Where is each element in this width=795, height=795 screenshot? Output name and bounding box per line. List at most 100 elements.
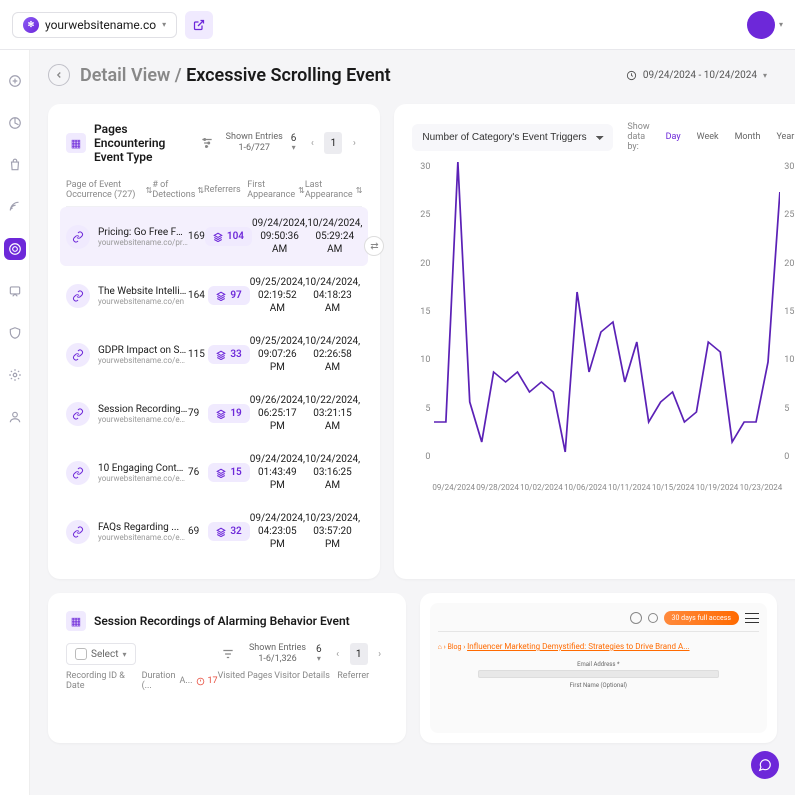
detections-value: 169: [188, 231, 205, 242]
select-all[interactable]: Select▾: [66, 643, 136, 665]
table-row[interactable]: 10 Engaging Content... yourwebsitename.c…: [66, 443, 362, 502]
alarm-badge: 17: [196, 676, 217, 686]
next-page[interactable]: ›: [372, 643, 388, 665]
range-day[interactable]: Day: [658, 126, 689, 148]
link-icon: [66, 520, 90, 544]
referrers-badge[interactable]: 104: [205, 227, 252, 246]
referrers-badge[interactable]: 15: [208, 463, 249, 482]
site-selector[interactable]: ✻ yourwebsitename.co ▾: [12, 12, 177, 38]
page-name: Pricing: Go Free Fore...: [98, 227, 188, 238]
range-month[interactable]: Month: [727, 126, 769, 148]
avatar: [747, 11, 775, 39]
open-external-button[interactable]: [185, 11, 213, 39]
detections-value: 69: [188, 526, 208, 537]
theme-icon: [648, 613, 658, 623]
pages-icon: ▦: [66, 133, 86, 153]
sidebar-item-signal[interactable]: [4, 196, 26, 218]
sidebar-item-events[interactable]: [4, 238, 26, 260]
range-year[interactable]: Year: [768, 126, 795, 148]
pager: 6▾ ‹ 1 ›: [291, 132, 363, 154]
chart-area: 302520151050 302520151050 09/24/202409/2…: [412, 162, 795, 492]
filter-button[interactable]: [217, 643, 239, 665]
date-range-picker[interactable]: 09/24/2024 - 10/24/2024 ▾: [616, 64, 777, 87]
page-name: The Website Intellige...: [98, 286, 188, 297]
prev-page[interactable]: ‹: [304, 132, 320, 154]
table-row[interactable]: FAQs Regarding ... yourwebsitename.co/en…: [66, 502, 362, 561]
sessions-icon: ▦: [66, 611, 86, 631]
col-referrers[interactable]: Referrers: [204, 180, 247, 200]
range-tabs: Day Week Month Year: [658, 126, 795, 148]
next-page[interactable]: ›: [346, 132, 362, 154]
first-appearance: 09/24/2024,09:50:36 AM: [252, 217, 307, 256]
table-row[interactable]: Session Recordings | ... yourwebsitename…: [66, 384, 362, 443]
col-duration[interactable]: Duration (... A... 17: [142, 671, 218, 691]
table-row[interactable]: Pricing: Go Free Fore... yourwebsitename…: [60, 207, 368, 266]
help-button[interactable]: [751, 751, 779, 779]
site-name: yourwebsitename.co: [45, 18, 156, 32]
sidebar-item-user[interactable]: [4, 406, 26, 428]
col-id[interactable]: Recording ID & Date: [66, 671, 142, 691]
col-page[interactable]: Page of Event Occurrence (727)⇅: [66, 180, 152, 200]
table-row[interactable]: The Website Intellige... yourwebsitename…: [66, 266, 362, 325]
page-url: yourwebsitename.co/pric...: [98, 238, 188, 247]
page-url: yourwebsitename.co/en/s...: [98, 415, 188, 424]
show-by-label: Show data by:: [627, 122, 649, 152]
page-title: Excessive Scrolling Event: [186, 65, 391, 86]
referrers-badge[interactable]: 33: [208, 345, 249, 364]
col-ref[interactable]: Referrer: [337, 671, 387, 691]
chevron-down-icon: ▾: [779, 20, 783, 29]
preview-field: Email Address * First Name (Optional): [438, 661, 759, 689]
sidebar-item-settings[interactable]: [4, 364, 26, 386]
page-name: GDPR Impact on Soci...: [98, 345, 188, 356]
sidebar-item-shield[interactable]: [4, 322, 26, 344]
col-detections[interactable]: # of Detections⇅: [152, 180, 204, 200]
sidebar-item-add[interactable]: [4, 70, 26, 92]
last-appearance: 10/24/2024,03:16:25 AM: [305, 453, 360, 492]
referrers-badge[interactable]: 19: [208, 404, 249, 423]
session-preview[interactable]: 30 days full access ⌂ › Blog › Influence…: [430, 603, 767, 733]
total-pages: 6▾: [291, 134, 297, 152]
detections-value: 79: [188, 408, 208, 419]
entries-info: Shown Entries 1-6/1,326: [249, 643, 306, 665]
back-button[interactable]: [48, 64, 70, 86]
sidebar-item-analytics[interactable]: [4, 112, 26, 134]
last-appearance: 10/24/2024,05:29:24 AM: [307, 217, 362, 256]
sidebar: [0, 50, 30, 795]
page-name: FAQs Regarding ...: [98, 522, 188, 533]
link-icon: [66, 225, 90, 249]
page-url: yourwebsitename.co/en/s...: [98, 533, 188, 542]
first-appearance: 09/25/2024,02:19:52 AM: [250, 276, 305, 315]
chart-card: ⇄ Number of Category's Event Triggers Sh…: [394, 104, 795, 579]
chevron-down-icon: ▾: [162, 20, 166, 29]
referrers-badge[interactable]: 32: [208, 522, 249, 541]
pager: 6▾ ‹ 1 ›: [316, 643, 388, 665]
clock-icon: [626, 70, 637, 81]
table-row[interactable]: GDPR Impact on Soci... yourwebsitename.c…: [66, 325, 362, 384]
sidebar-item-chat[interactable]: [4, 280, 26, 302]
col-last[interactable]: Last Appearance⇅: [305, 180, 363, 200]
detections-value: 76: [188, 467, 208, 478]
referrers-badge[interactable]: 97: [208, 286, 249, 305]
swap-button[interactable]: ⇄: [364, 236, 384, 256]
col-visitor[interactable]: Visitor Details: [274, 671, 337, 691]
last-appearance: 10/23/2024,03:57:20 PM: [305, 512, 360, 551]
site-icon: ✻: [23, 17, 39, 33]
col-first[interactable]: First Appearance⇅: [247, 180, 305, 200]
prev-page[interactable]: ‹: [330, 643, 346, 665]
chart-metric-select[interactable]: Number of Category's Event Triggers: [412, 124, 613, 151]
page-name: Session Recordings | ...: [98, 404, 188, 415]
link-icon: [66, 343, 90, 367]
page-url: yourwebsitename.co/en/bl...: [98, 474, 188, 483]
preview-card: 30 days full access ⌂ › Blog › Influence…: [420, 593, 777, 743]
preview-breadcrumb: ⌂ › Blog › Influencer Marketing Demystif…: [438, 642, 759, 651]
filter-button[interactable]: [196, 132, 218, 154]
range-week[interactable]: Week: [689, 126, 727, 148]
chevron-down-icon: ▾: [763, 71, 767, 80]
detections-value: 115: [188, 349, 208, 360]
account-menu[interactable]: ▾: [747, 11, 783, 39]
breadcrumb: Detail View / Excessive Scrolling Event: [80, 65, 391, 86]
sidebar-item-bag[interactable]: [4, 154, 26, 176]
link-icon: [66, 284, 90, 308]
col-pages[interactable]: Visited Pages: [218, 671, 275, 691]
link-icon: [66, 461, 90, 485]
